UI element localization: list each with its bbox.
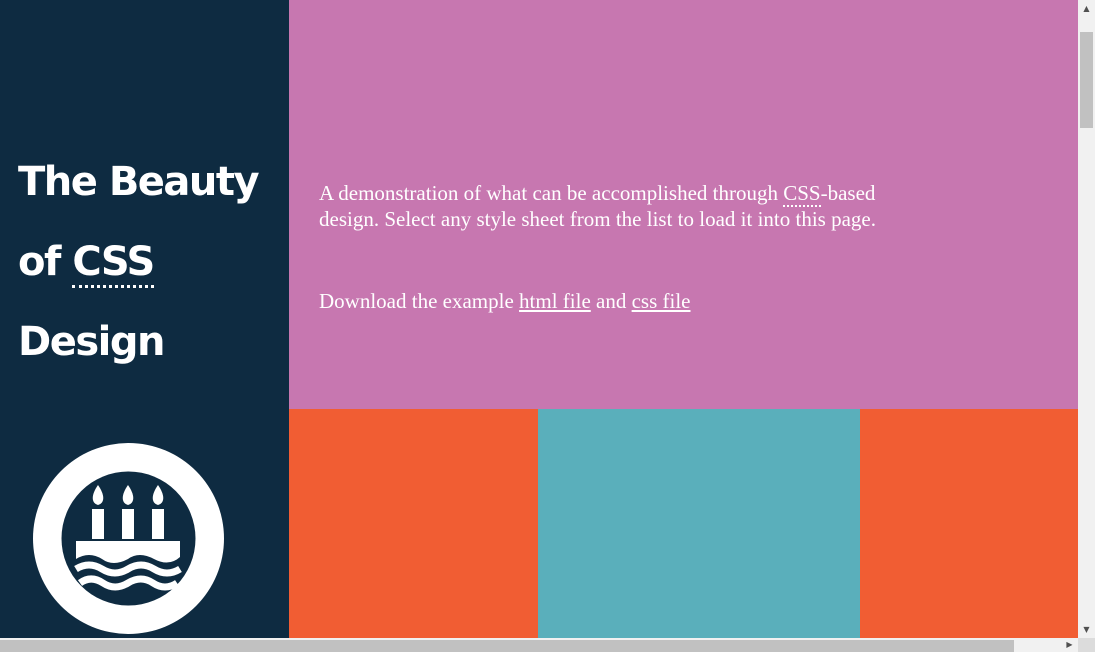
vertical-scroll-thumb[interactable] bbox=[1080, 32, 1093, 128]
scroll-right-arrow-icon[interactable]: ▶ bbox=[1061, 638, 1078, 652]
teal-block bbox=[538, 409, 860, 638]
birthday-cake-icon bbox=[61, 471, 196, 606]
page-viewport: The Beauty of CSS Design A demonstration… bbox=[0, 0, 1078, 638]
intro-paragraph: A demonstration of what can be accomplis… bbox=[319, 180, 889, 232]
orange-block-right bbox=[860, 409, 1078, 638]
page-title: The Beauty of CSS Design bbox=[18, 142, 280, 382]
download-and: and bbox=[596, 289, 627, 313]
horizontal-scrollbar[interactable]: ▶ bbox=[0, 638, 1078, 652]
scroll-down-arrow-icon[interactable]: ▼ bbox=[1078, 621, 1095, 638]
scrollbar-corner bbox=[1078, 638, 1095, 652]
logo bbox=[33, 443, 224, 634]
scroll-up-arrow-icon[interactable]: ▲ bbox=[1078, 0, 1095, 17]
intro-css-abbr: CSS bbox=[783, 181, 821, 207]
title-part-2: Design bbox=[18, 319, 165, 365]
download-prefix: Download the example bbox=[319, 289, 514, 313]
orange-block-left bbox=[289, 409, 538, 638]
horizontal-scroll-thumb[interactable] bbox=[0, 640, 1014, 652]
title-css-abbr: CSS bbox=[72, 239, 155, 288]
html-file-link[interactable]: html file bbox=[519, 289, 591, 313]
download-paragraph: Download the example html file and css f… bbox=[319, 288, 889, 314]
css-file-link[interactable]: css file bbox=[632, 289, 691, 313]
sidebar: The Beauty of CSS Design bbox=[0, 0, 289, 638]
vertical-scrollbar[interactable]: ▲ ▼ bbox=[1078, 0, 1095, 638]
intro-text-start: A demonstration of what can be accomplis… bbox=[319, 181, 778, 205]
intro-panel: A demonstration of what can be accomplis… bbox=[289, 0, 1078, 409]
